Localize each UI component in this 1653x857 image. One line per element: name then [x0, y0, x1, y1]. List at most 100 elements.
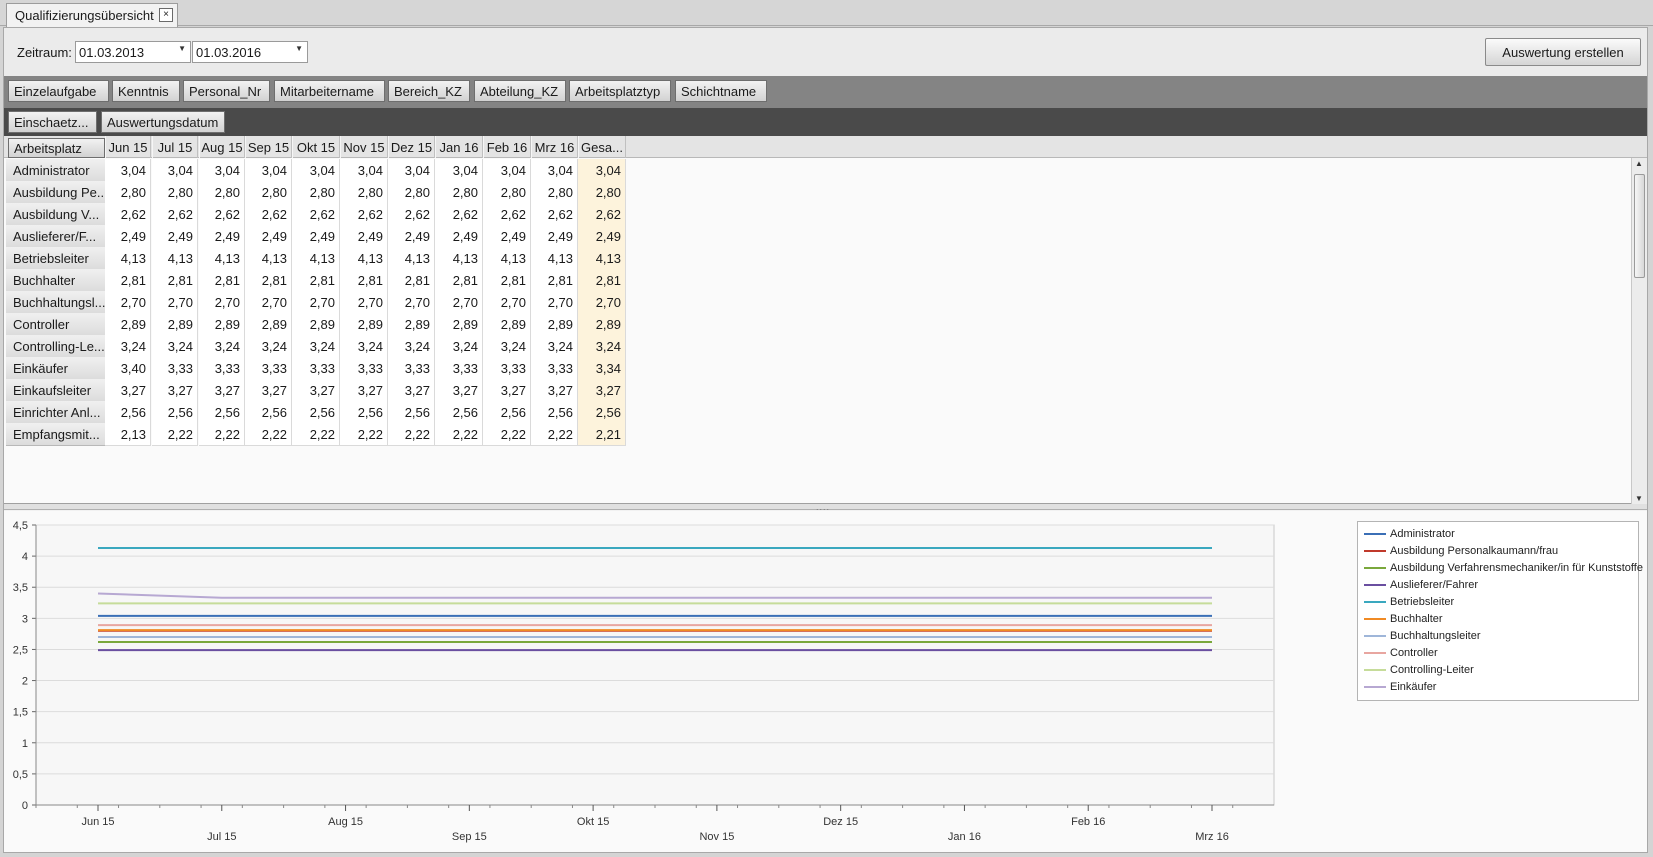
data-cell[interactable]: 3,24: [340, 335, 388, 358]
data-cell[interactable]: 2,80: [105, 181, 151, 204]
data-cell[interactable]: 2,49: [105, 225, 151, 248]
data-cell[interactable]: 2,56: [435, 401, 483, 424]
legend-item[interactable]: Controlling-Leiter: [1364, 661, 1474, 678]
data-cell[interactable]: 2,62: [245, 203, 292, 226]
legend-item[interactable]: Controller: [1364, 644, 1438, 661]
data-cell[interactable]: 2,22: [531, 423, 578, 446]
row-header[interactable]: Buchhalter: [6, 269, 107, 292]
data-cell[interactable]: 2,89: [105, 313, 151, 336]
field-personal-nr[interactable]: Personal_Nr: [183, 80, 270, 102]
field-kenntnis[interactable]: Kenntnis: [112, 80, 180, 102]
tab-qualifizierungsuebersicht[interactable]: Qualifizierungsübersicht ×: [6, 3, 178, 27]
legend-item[interactable]: Buchhaltungsleiter: [1364, 627, 1481, 644]
data-cell[interactable]: 3,04: [531, 159, 578, 182]
data-cell[interactable]: 2,81: [105, 269, 151, 292]
grand-total-cell[interactable]: 3,27: [578, 379, 626, 402]
data-cell[interactable]: 3,27: [199, 379, 245, 402]
data-cell[interactable]: 3,04: [435, 159, 483, 182]
data-cell[interactable]: 3,27: [105, 379, 151, 402]
data-cell[interactable]: 3,24: [245, 335, 292, 358]
column-header[interactable]: Feb 16: [483, 136, 531, 158]
data-cell[interactable]: 2,80: [388, 181, 435, 204]
legend-item[interactable]: Ausbildung Verfahrensmechaniker/in für K…: [1364, 559, 1643, 576]
data-cell[interactable]: 2,62: [388, 203, 435, 226]
legend-item[interactable]: Ausbildung Personalkaumann/frau: [1364, 542, 1558, 559]
data-cell[interactable]: 4,13: [483, 247, 531, 270]
column-header[interactable]: Jul 15: [152, 136, 198, 158]
data-cell[interactable]: 2,56: [340, 401, 388, 424]
grand-total-cell[interactable]: 2,89: [578, 313, 626, 336]
data-cell[interactable]: 2,89: [435, 313, 483, 336]
data-cell[interactable]: 2,62: [435, 203, 483, 226]
data-cell[interactable]: 2,70: [340, 291, 388, 314]
legend-item[interactable]: Betriebsleiter: [1364, 593, 1454, 610]
data-cell[interactable]: 2,70: [435, 291, 483, 314]
data-cell[interactable]: 2,80: [435, 181, 483, 204]
date-from-combobox[interactable]: 01.03.2013 ▼: [75, 41, 191, 63]
data-cell[interactable]: 3,33: [292, 357, 340, 380]
data-cell[interactable]: 4,13: [435, 247, 483, 270]
data-cell[interactable]: 2,80: [340, 181, 388, 204]
data-cell[interactable]: 2,62: [340, 203, 388, 226]
data-cell[interactable]: 2,62: [292, 203, 340, 226]
grand-total-cell[interactable]: 2,62: [578, 203, 626, 226]
data-cell[interactable]: 3,24: [483, 335, 531, 358]
field-mitarbeitername[interactable]: Mitarbeitername: [274, 80, 385, 102]
field-bereich-kz[interactable]: Bereich_KZ: [388, 80, 470, 102]
data-cell[interactable]: 2,49: [435, 225, 483, 248]
data-cell[interactable]: 3,24: [152, 335, 198, 358]
data-cell[interactable]: 2,81: [245, 269, 292, 292]
data-cell[interactable]: 3,04: [483, 159, 531, 182]
data-cell[interactable]: 2,80: [152, 181, 198, 204]
data-cell[interactable]: 2,49: [152, 225, 198, 248]
row-header[interactable]: Betriebsleiter: [6, 247, 107, 270]
column-header[interactable]: Mrz 16: [531, 136, 578, 158]
data-cell[interactable]: 2,49: [483, 225, 531, 248]
data-cell[interactable]: 2,89: [531, 313, 578, 336]
data-cell[interactable]: 2,89: [340, 313, 388, 336]
data-cell[interactable]: 2,89: [199, 313, 245, 336]
data-cell[interactable]: 3,33: [199, 357, 245, 380]
data-cell[interactable]: 2,22: [435, 423, 483, 446]
chevron-down-icon[interactable]: ▼: [178, 44, 186, 53]
row-header[interactable]: Einrichter Anl...: [6, 401, 107, 424]
data-cell[interactable]: 3,24: [199, 335, 245, 358]
data-cell[interactable]: 3,33: [531, 357, 578, 380]
data-cell[interactable]: 3,04: [340, 159, 388, 182]
data-cell[interactable]: 2,80: [292, 181, 340, 204]
column-header[interactable]: Gesa...: [578, 136, 626, 158]
row-header[interactable]: Empfangsmit...: [6, 423, 107, 446]
row-header[interactable]: Einkaufsleiter: [6, 379, 107, 402]
grand-total-cell[interactable]: 3,34: [578, 357, 626, 380]
data-cell[interactable]: 3,04: [105, 159, 151, 182]
data-cell[interactable]: 2,22: [483, 423, 531, 446]
data-cell[interactable]: 2,56: [245, 401, 292, 424]
legend-item[interactable]: Administrator: [1364, 525, 1455, 542]
data-cell[interactable]: 2,70: [483, 291, 531, 314]
data-cell[interactable]: 3,27: [483, 379, 531, 402]
data-cell[interactable]: 2,56: [388, 401, 435, 424]
data-cell[interactable]: 2,62: [483, 203, 531, 226]
data-cell[interactable]: 3,27: [531, 379, 578, 402]
data-cell[interactable]: 2,56: [105, 401, 151, 424]
row-header[interactable]: Auslieferer/F...: [6, 225, 107, 248]
data-cell[interactable]: 3,04: [388, 159, 435, 182]
data-cell[interactable]: 3,33: [483, 357, 531, 380]
data-cell[interactable]: 2,80: [199, 181, 245, 204]
data-cell[interactable]: 3,04: [152, 159, 198, 182]
data-cell[interactable]: 2,81: [483, 269, 531, 292]
data-cell[interactable]: 2,22: [199, 423, 245, 446]
data-cell[interactable]: 2,70: [388, 291, 435, 314]
field-arbeitsplatztyp[interactable]: Arbeitsplatztyp: [569, 80, 671, 102]
field-auswertungsdatum[interactable]: Auswertungsdatum: [101, 111, 225, 133]
data-cell[interactable]: 2,89: [152, 313, 198, 336]
row-header[interactable]: Ausbildung V...: [6, 203, 107, 226]
row-header[interactable]: Einkäufer: [6, 357, 107, 380]
data-cell[interactable]: 2,22: [292, 423, 340, 446]
data-cell[interactable]: 2,80: [531, 181, 578, 204]
data-cell[interactable]: 2,81: [388, 269, 435, 292]
data-cell[interactable]: 3,33: [245, 357, 292, 380]
field-arbeitsplatz[interactable]: Arbeitsplatz: [8, 138, 105, 158]
data-cell[interactable]: 3,24: [435, 335, 483, 358]
data-cell[interactable]: 2,56: [292, 401, 340, 424]
